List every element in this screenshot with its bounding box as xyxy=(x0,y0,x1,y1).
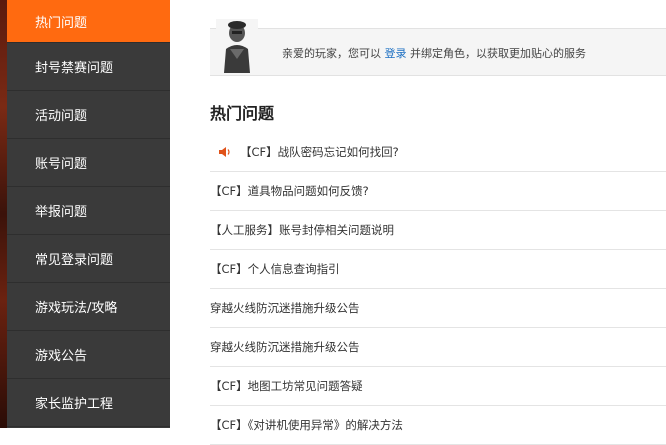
question-item[interactable]: 【CF】战队密码忘记如何找回? xyxy=(210,133,666,172)
question-list: 【CF】战队密码忘记如何找回? 【CF】道具物品问题如何反馈? 【人工服务】账号… xyxy=(210,133,666,445)
banner-text-after: 并绑定角色，以获取更加贴心的服务 xyxy=(406,47,586,60)
question-text: 【CF】战队密码忘记如何找回? xyxy=(240,145,399,159)
login-banner: 亲爱的玩家，您可以 登录 并绑定角色，以获取更加贴心的服务 xyxy=(210,19,666,76)
sidebar-item-ban-questions[interactable]: 封号禁赛问题 xyxy=(7,43,170,91)
sidebar-item-login-questions[interactable]: 常见登录问题 xyxy=(7,235,170,283)
sidebar-item-label: 游戏玩法/攻略 xyxy=(35,301,118,316)
question-item[interactable]: 穿越火线防沉迷措施升级公告 xyxy=(210,328,666,367)
question-item[interactable]: 【CF】地图工坊常见问题答疑 xyxy=(210,367,666,406)
question-item[interactable]: 【人工服务】账号封停相关问题说明 xyxy=(210,211,666,250)
sidebar-item-label: 封号禁赛问题 xyxy=(35,61,114,76)
question-item[interactable]: 穿越火线防沉迷措施升级公告 xyxy=(210,289,666,328)
sidebar-item-label: 账号问题 xyxy=(35,157,88,172)
banner-text-before: 亲爱的玩家，您可以 xyxy=(282,47,385,60)
sidebar-item-label: 常见登录问题 xyxy=(35,253,114,268)
login-link[interactable]: 登录 xyxy=(385,47,407,60)
question-item[interactable]: 【CF】《对讲机使用异常》的解决方法 xyxy=(210,406,666,445)
question-text: 【人工服务】账号封停相关问题说明 xyxy=(210,223,394,237)
decorative-edge xyxy=(0,0,7,428)
sidebar-item-account-questions[interactable]: 账号问题 xyxy=(7,139,170,187)
question-item[interactable]: 【CF】道具物品问题如何反馈? xyxy=(210,172,666,211)
sidebar-item-announcements[interactable]: 游戏公告 xyxy=(7,331,170,379)
question-text: 【CF】个人信息查询指引 xyxy=(210,262,340,276)
sidebar-item-gameplay-guide[interactable]: 游戏玩法/攻略 xyxy=(7,283,170,331)
sidebar-item-label: 家长监护工程 xyxy=(35,397,114,412)
sidebar-item-label: 游戏公告 xyxy=(35,349,88,364)
question-item[interactable]: 【CF】个人信息查询指引 xyxy=(210,250,666,289)
question-text: 【CF】地图工坊常见问题答疑 xyxy=(210,379,363,393)
question-text: 穿越火线防沉迷措施升级公告 xyxy=(210,340,360,354)
sidebar-item-label: 活动问题 xyxy=(35,109,88,124)
banner-message: 亲爱的玩家，您可以 登录 并绑定角色，以获取更加贴心的服务 xyxy=(282,45,586,61)
speaker-icon xyxy=(219,147,230,157)
character-avatar xyxy=(216,19,258,73)
sidebar-item-event-questions[interactable]: 活动问题 xyxy=(7,91,170,139)
sidebar-item-label: 举报问题 xyxy=(35,205,88,220)
question-text: 穿越火线防沉迷措施升级公告 xyxy=(210,301,360,315)
question-text: 【CF】道具物品问题如何反馈? xyxy=(210,184,369,198)
section-title: 热门问题 xyxy=(210,104,275,123)
question-text: 【CF】《对讲机使用异常》的解决方法 xyxy=(210,418,403,432)
sidebar-item-label: 热门问题 xyxy=(35,15,88,31)
main-content: 亲爱的玩家，您可以 登录 并绑定角色，以获取更加贴心的服务 热门问题 【CF】战… xyxy=(170,0,666,445)
sidebar: 热门问题 封号禁赛问题 活动问题 账号问题 举报问题 常见登录问题 游戏玩法/攻… xyxy=(7,0,170,428)
sidebar-item-report-questions[interactable]: 举报问题 xyxy=(7,187,170,235)
sidebar-item-parental-guardian[interactable]: 家长监护工程 xyxy=(7,379,170,427)
sidebar-item-hot-questions[interactable]: 热门问题 xyxy=(7,0,170,43)
